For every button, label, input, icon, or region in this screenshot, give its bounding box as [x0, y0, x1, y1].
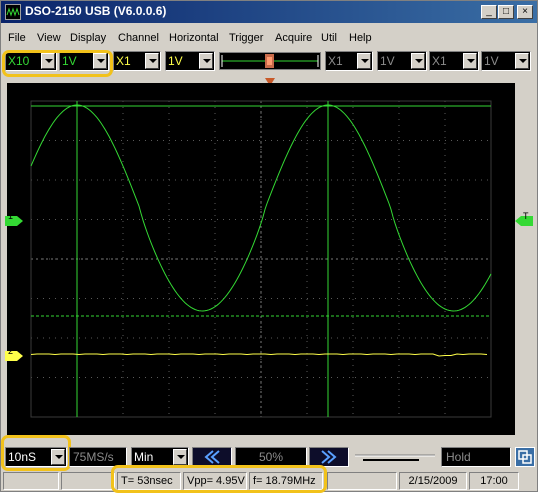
settings-icon[interactable] [515, 447, 535, 467]
menu-display[interactable]: Display [70, 32, 106, 44]
acquire-mode-value: Min [134, 450, 154, 464]
hold-button[interactable]: Hold [441, 447, 511, 467]
chevron-down-icon[interactable] [515, 53, 529, 69]
chevron-down-icon[interactable] [463, 53, 477, 69]
ch3-probe-select[interactable]: X1 [325, 51, 373, 71]
scope-display [7, 83, 515, 435]
menu-acquire[interactable]: Acquire [275, 32, 312, 44]
trigger-position-slider[interactable] [219, 52, 321, 70]
chevron-down-icon[interactable] [357, 53, 371, 69]
chevron-down-icon[interactable] [173, 449, 187, 465]
menu-file[interactable]: File [8, 32, 26, 44]
menu-trigger[interactable]: Trigger [229, 32, 263, 44]
ch4-volts-select[interactable]: 1V [481, 51, 531, 71]
trigger-level-marker[interactable]: T [515, 211, 533, 226]
highlight-ch1-settings [2, 50, 113, 77]
trigger-time-marker[interactable] [265, 74, 275, 86]
ch1-level-marker[interactable]: 1 [5, 211, 23, 226]
chevron-down-icon[interactable] [145, 53, 159, 69]
date-readout: 2/15/2009 [399, 472, 467, 490]
oscilloscope-window: DSO-2150 USB (V6.0.0.6) _ □ × File View … [0, 0, 538, 493]
scroll-right-button[interactable] [309, 447, 349, 467]
menu-help[interactable]: Help [349, 32, 372, 44]
ch2-level-marker[interactable]: 2 [5, 346, 23, 361]
menu-horizontal[interactable]: Horizontal [169, 32, 219, 44]
window-title: DSO-2150 USB (V6.0.0.6) [25, 4, 167, 18]
app-icon [5, 4, 21, 20]
sample-rate-display: 75MS/s [69, 447, 127, 467]
ch2-volts-select[interactable]: 1V [165, 51, 215, 71]
close-button[interactable]: × [517, 5, 533, 19]
chevron-down-icon[interactable] [199, 53, 213, 69]
ch2-probe-select[interactable]: X1 [113, 51, 161, 71]
menu-channel[interactable]: Channel [118, 32, 159, 44]
menu-bar: File View Display Channel Horizontal Tri… [1, 29, 537, 48]
maximize-button[interactable]: □ [498, 5, 514, 19]
time-readout: 17:00 [469, 472, 519, 490]
acquire-mode-select[interactable]: Min [131, 447, 189, 467]
chevron-down-icon[interactable] [411, 53, 425, 69]
ch4-volts-value: 1V [484, 54, 499, 68]
highlight-measurements [111, 465, 327, 493]
ch3-volts-select[interactable]: 1V [377, 51, 427, 71]
ch3-volts-value: 1V [380, 54, 395, 68]
horizontal-position-display: 50% [235, 447, 307, 467]
menu-view[interactable]: View [37, 32, 61, 44]
channel-control-bar: X10 1V X1 1V X1 1V X1 1V [1, 49, 537, 77]
ch2-waveform [30, 353, 488, 357]
ch2-volts-value: 1V [168, 54, 183, 68]
minimize-button[interactable]: _ [481, 5, 497, 19]
zoom-slider[interactable] [353, 449, 437, 465]
status-cell-empty-1 [3, 472, 59, 490]
status-cell-empty-3 [327, 472, 397, 490]
ch3-probe-value: X1 [328, 54, 343, 68]
ch4-probe-value: X1 [432, 54, 447, 68]
status-bar: T= 53nsec Vpp= 4.95V f= 18.79MHz 2/15/20… [1, 465, 537, 493]
waveform-canvas [30, 100, 492, 418]
ch4-probe-select[interactable]: X1 [429, 51, 479, 71]
menu-util[interactable]: Util [321, 32, 337, 44]
scroll-left-button[interactable] [192, 447, 232, 467]
status-cell-empty-2 [61, 472, 115, 490]
double-right-icon [321, 450, 337, 464]
title-bar: DSO-2150 USB (V6.0.0.6) _ □ × [1, 1, 537, 23]
double-left-icon [204, 450, 220, 464]
ch2-probe-value: X1 [116, 54, 131, 68]
highlight-timebase [1, 435, 71, 471]
